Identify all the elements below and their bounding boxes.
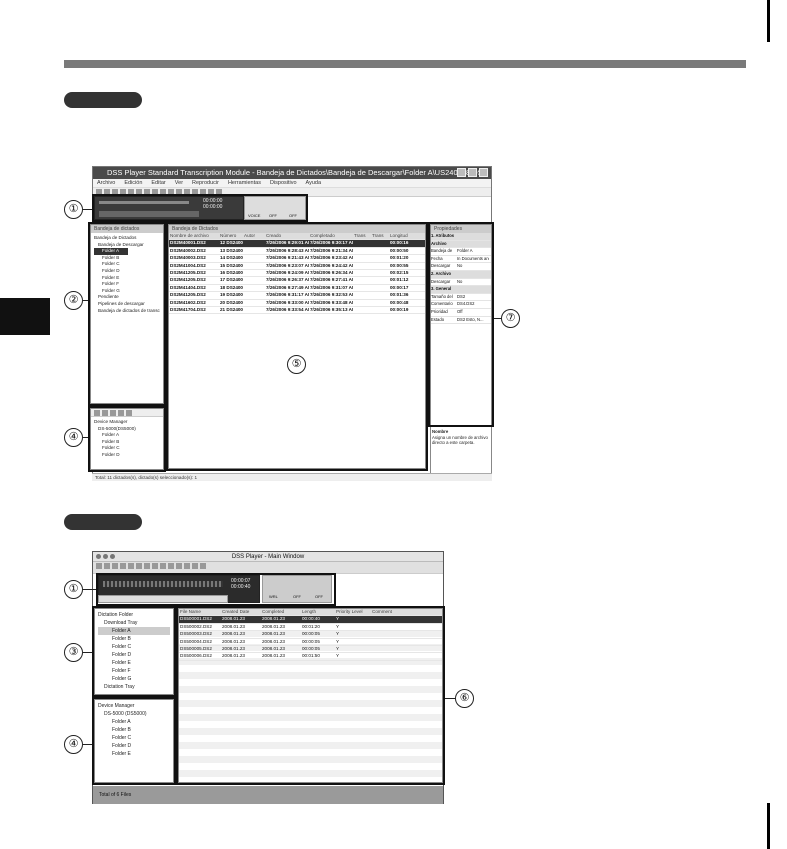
callout-frame-1b — [96, 573, 336, 606]
menu-bar: Archivo Edición Editar Ver Reproducir He… — [93, 179, 491, 188]
chapter-tab — [0, 298, 50, 335]
title-bar: DSS Player Standard Transcription Module… — [93, 167, 491, 179]
close-button[interactable] — [96, 554, 101, 559]
callout-frame-6 — [176, 606, 445, 785]
menu-item[interactable]: Reproducir — [192, 179, 219, 187]
header-rule — [64, 60, 746, 68]
crop-mark — [767, 803, 770, 849]
minimize-button[interactable] — [103, 554, 108, 559]
callout-frame-4b — [92, 697, 176, 785]
menu-item[interactable]: Herramientas — [228, 179, 261, 187]
window-title: DSS Player - Main Window — [231, 554, 305, 560]
callout-frame-5 — [166, 222, 428, 471]
status-bar: Total: 11 dictados(s), dictado(s) selecc… — [92, 473, 492, 481]
callout-4b: ④ — [64, 735, 83, 754]
callout-frame-3 — [92, 606, 176, 697]
macintosh-tab — [64, 514, 142, 530]
callout-frame-1 — [92, 194, 308, 222]
property-description: Nombre Asigna un nombre de archivo direc… — [432, 429, 488, 446]
menu-item[interactable]: Ver — [175, 179, 183, 187]
callout-frame-4 — [88, 406, 166, 472]
zoom-button[interactable] — [110, 554, 115, 559]
minimize-button[interactable] — [457, 168, 466, 177]
callout-5: ⑤ — [287, 355, 306, 374]
menu-item[interactable]: Edición — [124, 179, 142, 187]
menu-item[interactable]: Archivo — [97, 179, 115, 187]
manual-page: DSS Player Standard Transcription Module… — [0, 0, 787, 849]
maximize-button[interactable] — [468, 168, 477, 177]
title-bar: DSS Player - Main Window — [93, 552, 443, 562]
callout-1b: ① — [64, 580, 83, 599]
close-button[interactable] — [479, 168, 488, 177]
menu-item[interactable]: Dispositivo — [270, 179, 297, 187]
status-bar: Total of 6 Files — [93, 786, 443, 804]
window-title: DSS Player Standard Transcription Module… — [107, 168, 487, 177]
callout-7: ⑦ — [501, 309, 520, 328]
windows-tab — [64, 92, 142, 108]
menu-item[interactable]: Ayuda — [306, 179, 322, 187]
callout-frame-7 — [428, 222, 494, 427]
callout-3: ③ — [64, 643, 83, 662]
callout-6: ⑥ — [455, 689, 474, 708]
callout-frame-2 — [88, 222, 166, 406]
crop-mark — [767, 0, 770, 42]
callout-4: ④ — [64, 428, 83, 447]
menu-item[interactable]: Editar — [151, 179, 165, 187]
callout-1: ① — [64, 200, 83, 219]
callout-2: ② — [64, 291, 83, 310]
